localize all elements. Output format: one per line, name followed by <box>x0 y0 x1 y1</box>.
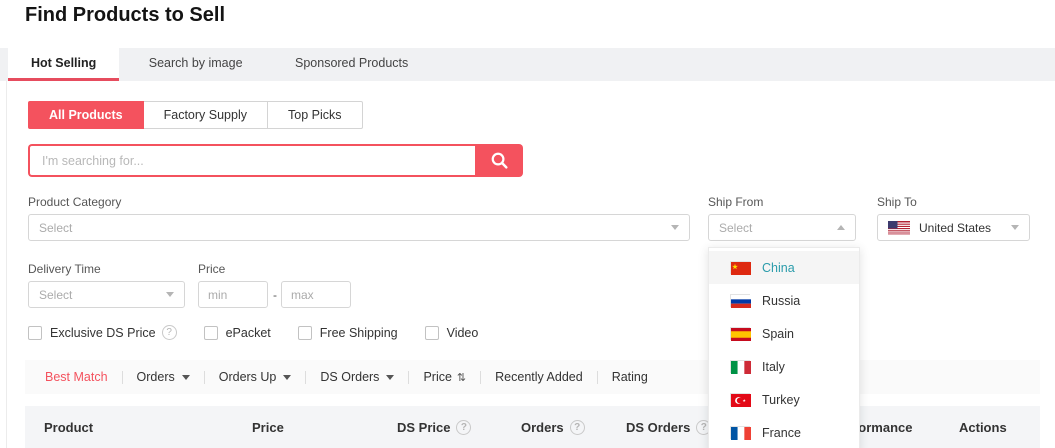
chevron-down-icon <box>1011 225 1019 230</box>
dropdown-item-label: France <box>762 426 801 440</box>
dropdown-item-spain[interactable]: Spain <box>709 317 859 350</box>
column-orders: Orders? <box>521 420 585 435</box>
product-category-value: Select <box>39 221 72 235</box>
checkbox-label: ePacket <box>226 326 271 340</box>
china-flag-icon <box>730 261 750 274</box>
france-flag-icon <box>730 426 750 439</box>
product-type-switch: All Products Factory Supply Top Picks <box>28 101 363 129</box>
italy-flag-icon <box>730 360 750 373</box>
dropdown-item-france[interactable]: France <box>709 416 859 448</box>
column-ds-price: DS Price? <box>397 420 471 435</box>
dropdown-item-label: Russia <box>762 294 800 308</box>
sort-label: Best Match <box>45 370 108 384</box>
dropdown-item-turkey[interactable]: Turkey <box>709 383 859 416</box>
column-product: Product <box>44 420 93 435</box>
caret-down-icon <box>182 375 190 380</box>
price-range-separator: - <box>273 288 277 302</box>
search-button[interactable] <box>475 144 523 177</box>
search-input[interactable] <box>28 144 475 177</box>
dropdown-item-label: Spain <box>762 327 794 341</box>
sort-label: Orders <box>137 370 175 384</box>
dropdown-item-italy[interactable]: Italy <box>709 350 859 383</box>
content-left-border <box>6 81 7 448</box>
price-max-input[interactable] <box>281 281 351 308</box>
top-picks-button[interactable]: Top Picks <box>268 101 363 129</box>
sort-bar: Best Match Orders Orders Up DS Orders Pr… <box>25 360 1040 394</box>
tab-search-by-image[interactable]: Search by image <box>126 48 266 81</box>
delivery-time-select[interactable]: Select <box>28 281 185 308</box>
sort-orders-up[interactable]: Orders Up <box>205 370 306 384</box>
dropdown-item-china[interactable]: China <box>709 251 859 284</box>
ship-to-value: United States <box>919 221 991 235</box>
sort-label: Orders Up <box>219 370 277 384</box>
ship-from-select[interactable]: Select <box>708 214 856 241</box>
chevron-up-icon <box>837 225 845 230</box>
factory-supply-button[interactable]: Factory Supply <box>144 101 268 129</box>
spain-flag-icon <box>730 327 750 340</box>
search-bar <box>28 144 523 177</box>
filter-checkbox-row: Exclusive DS Price ? ePacket Free Shippi… <box>28 325 505 340</box>
sort-orders[interactable]: Orders <box>123 370 204 384</box>
column-ds-orders: DS Orders? <box>626 420 711 435</box>
question-icon[interactable]: ? <box>570 420 585 435</box>
video-checkbox[interactable]: Video <box>425 326 479 340</box>
column-price: Price <box>252 420 284 435</box>
sort-recently-added[interactable]: Recently Added <box>481 370 597 384</box>
caret-down-icon <box>283 375 291 380</box>
question-icon[interactable]: ? <box>456 420 471 435</box>
all-products-button[interactable]: All Products <box>28 101 144 129</box>
product-category-select[interactable]: Select <box>28 214 690 241</box>
russia-flag-icon <box>730 294 750 307</box>
checkbox-icon[interactable] <box>204 326 218 340</box>
ship-to-label: Ship To <box>877 195 917 209</box>
top-tab-bar: Hot Selling Search by image Sponsored Pr… <box>0 48 1055 81</box>
search-icon <box>490 151 509 170</box>
ship-from-label: Ship From <box>708 195 763 209</box>
ship-to-select[interactable]: United States <box>877 214 1030 241</box>
checkbox-label: Free Shipping <box>320 326 398 340</box>
checkbox-icon[interactable] <box>298 326 312 340</box>
page-title: Find Products to Sell <box>25 4 225 27</box>
free-shipping-checkbox[interactable]: Free Shipping <box>298 326 398 340</box>
sort-arrows-icon: ⇅ <box>457 371 466 384</box>
epacket-checkbox[interactable]: ePacket <box>204 326 271 340</box>
delivery-time-value: Select <box>39 288 72 302</box>
sort-label: Recently Added <box>495 370 583 384</box>
sort-label: Price <box>423 370 451 384</box>
ship-from-dropdown: China Russia Spain Italy Turkey France <box>708 247 860 448</box>
results-table-header: Product Price DS Price? Orders? DS Order… <box>25 406 1040 448</box>
sort-label: Rating <box>612 370 648 384</box>
caret-down-icon <box>386 375 394 380</box>
price-min-input[interactable] <box>198 281 268 308</box>
checkbox-label: Video <box>447 326 479 340</box>
delivery-time-label: Delivery Time <box>28 262 101 276</box>
dropdown-item-russia[interactable]: Russia <box>709 284 859 317</box>
tab-hot-selling[interactable]: Hot Selling <box>8 48 119 81</box>
chevron-down-icon <box>671 225 679 230</box>
checkbox-label: Exclusive DS Price <box>50 326 156 340</box>
chevron-down-icon <box>166 292 174 297</box>
exclusive-ds-price-checkbox[interactable]: Exclusive DS Price ? <box>28 325 177 340</box>
find-products-page: Find Products to Sell Hot Selling Search… <box>0 0 1055 448</box>
checkbox-icon[interactable] <box>425 326 439 340</box>
question-icon[interactable]: ? <box>162 325 177 340</box>
checkbox-icon[interactable] <box>28 326 42 340</box>
us-flag-icon <box>888 221 910 235</box>
tab-sponsored-products[interactable]: Sponsored Products <box>272 48 431 81</box>
ship-from-value: Select <box>719 221 752 235</box>
dropdown-item-label: Italy <box>762 360 785 374</box>
sort-label: DS Orders <box>320 370 379 384</box>
sort-rating[interactable]: Rating <box>598 370 662 384</box>
product-category-label: Product Category <box>28 195 121 209</box>
price-label: Price <box>198 262 225 276</box>
turkey-flag-icon <box>730 393 750 406</box>
sort-ds-orders[interactable]: DS Orders <box>306 370 408 384</box>
column-actions: Actions <box>959 420 1007 435</box>
dropdown-item-label: China <box>762 261 795 275</box>
sort-price[interactable]: Price ⇅ <box>409 370 480 384</box>
dropdown-item-label: Turkey <box>762 393 800 407</box>
sort-best-match[interactable]: Best Match <box>31 370 122 384</box>
